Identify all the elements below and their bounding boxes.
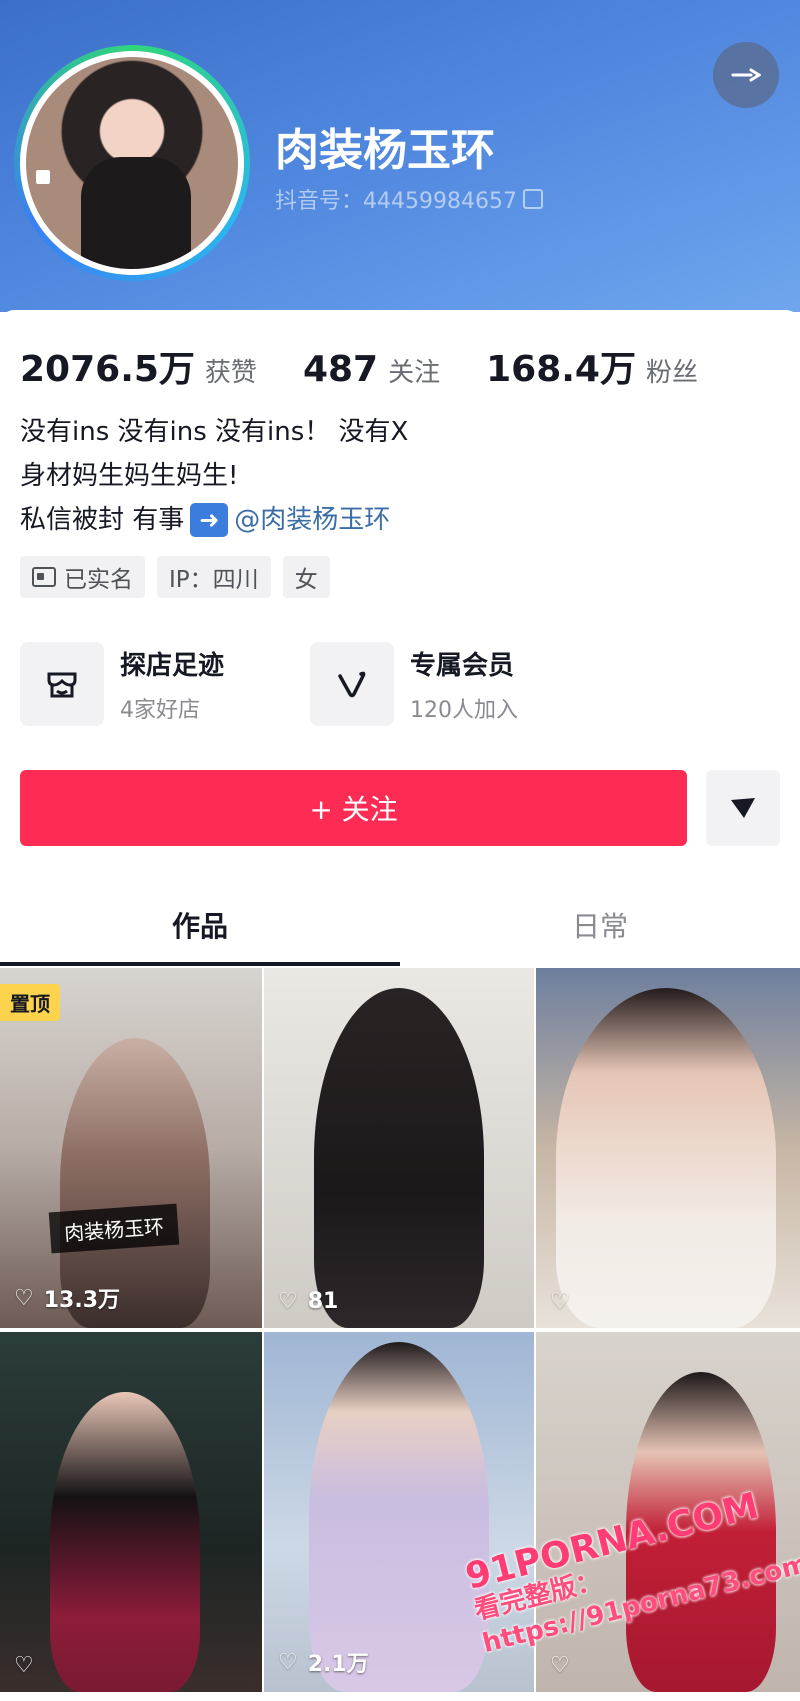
vip-v-icon: [310, 642, 394, 726]
membership-title: 专属会员: [410, 650, 515, 681]
stat-followers-label: 粉丝: [645, 358, 698, 388]
like-count-value: 2.1万: [307, 1652, 369, 1677]
bio-line-3: 私信被封 有事 ➜ @肉装杨玉环: [20, 498, 408, 542]
stat-likes-label: 获赞: [204, 358, 257, 388]
stat-followers[interactable]: 168.4万 粉丝: [486, 340, 698, 392]
pinned-badge: 置顶: [0, 984, 60, 1021]
tab-daily[interactable]: 日常: [400, 890, 800, 960]
stat-likes-value: 2076.5万: [20, 349, 195, 390]
profile-header: 肉装杨玉环 抖音号：44459984657: [0, 0, 800, 312]
gender-tag: 女: [282, 556, 330, 598]
id-card-icon: [32, 567, 56, 587]
like-count-value: 13.3万: [43, 1288, 121, 1313]
heart-icon: ♡: [550, 1289, 570, 1314]
more-actions-button[interactable]: [706, 770, 780, 846]
profile-tags: 已实名 IP：四川 女: [20, 556, 330, 598]
stat-followers-value: 168.4万: [486, 349, 636, 390]
heart-icon: ♡: [14, 1653, 34, 1678]
like-count: ♡ 81: [278, 1289, 338, 1314]
right-arrow-icon: ➜: [190, 503, 229, 537]
membership-entry[interactable]: 专属会员 120人加入: [310, 642, 600, 726]
stat-following-label: 关注: [388, 358, 441, 388]
more-menu-button[interactable]: [713, 42, 779, 108]
like-count-value: 81: [307, 1289, 339, 1314]
ip-location-label: IP：四川: [169, 567, 259, 593]
gender-label: 女: [294, 567, 318, 593]
heart-icon: ♡: [550, 1653, 570, 1678]
video-thumbnail[interactable]: ♡: [0, 1332, 262, 1692]
like-count: ♡ 13.3万: [14, 1282, 120, 1314]
heart-icon: ♡: [14, 1285, 34, 1311]
bio-line-3-text: 私信被封 有事: [20, 505, 185, 535]
follow-button[interactable]: + 关注: [20, 770, 687, 846]
verified-tag-label: 已实名: [64, 567, 133, 593]
stat-following-value: 487: [302, 349, 379, 390]
services-row: 探店足迹 4家好店 专属会员 120人加入: [20, 642, 600, 726]
bio-line-1: 没有ins 没有ins 没有ins！ 没有X: [20, 417, 409, 447]
content-tabs: 作品 日常: [0, 890, 800, 960]
stat-likes[interactable]: 2076.5万 获赞: [20, 340, 257, 392]
video-thumbnail[interactable]: ♡ 81: [264, 968, 534, 1328]
avatar[interactable]: [20, 51, 244, 275]
storefront-icon: [20, 642, 104, 726]
stat-following[interactable]: 487 关注: [303, 349, 440, 390]
like-count: ♡: [550, 1653, 580, 1678]
store-visits-title: 探店足迹: [120, 650, 225, 681]
douyin-id-text: 抖音号：44459984657: [275, 189, 517, 214]
avatar-badge-icon: [36, 170, 50, 184]
ip-location-tag: IP：四川: [157, 556, 271, 598]
video-thumbnail[interactable]: 置顶 肉装杨玉环 ♡ 13.3万: [0, 968, 262, 1328]
store-visits-entry[interactable]: 探店足迹 4家好店: [20, 642, 310, 726]
heart-icon: ♡: [278, 1289, 298, 1314]
nickname: 肉装杨玉环: [275, 125, 495, 176]
triangle-down-icon: [731, 798, 755, 818]
profile-card: 2076.5万 获赞 487 关注 168.4万 粉丝 没有ins 没有ins …: [0, 310, 800, 1701]
membership-sub: 120人加入: [410, 697, 518, 723]
bio: 没有ins 没有ins 没有ins！ 没有X 身材妈生妈生妈生! 私信被封 有事…: [20, 410, 408, 542]
stats-bar: 2076.5万 获赞 487 关注 168.4万 粉丝: [20, 340, 698, 392]
store-visits-sub: 4家好店: [120, 697, 200, 723]
avatar-ring[interactable]: [14, 45, 250, 281]
verified-tag: 已实名: [20, 556, 145, 598]
bio-mention-link[interactable]: @肉装杨玉环: [234, 498, 390, 542]
heart-icon: ♡: [278, 1649, 298, 1675]
video-thumbnail[interactable]: ♡: [536, 968, 800, 1328]
tab-indicator: [0, 962, 400, 966]
menu-icon: [731, 68, 761, 82]
douyin-id: 抖音号：44459984657: [275, 183, 543, 215]
bio-line-2: 身材妈生妈生妈生!: [20, 461, 239, 491]
like-count: ♡ 2.1万: [278, 1646, 369, 1678]
like-count: ♡: [14, 1653, 44, 1678]
copy-icon[interactable]: [522, 189, 543, 209]
tab-works[interactable]: 作品: [0, 890, 400, 960]
like-count: ♡: [550, 1289, 580, 1314]
